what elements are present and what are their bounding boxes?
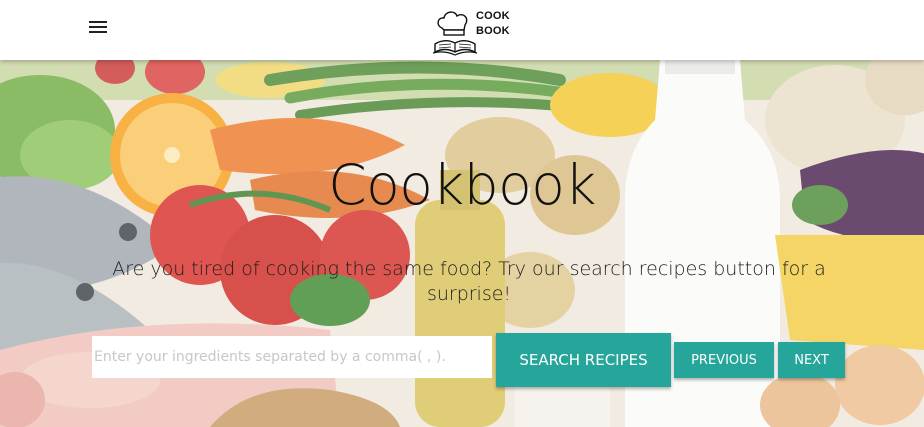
next-button[interactable]: NEXT xyxy=(778,342,845,378)
ingredients-search-input[interactable] xyxy=(92,336,492,378)
previous-button[interactable]: PREVIOUS xyxy=(674,342,774,378)
logo-line-2: BOOK xyxy=(476,25,510,37)
cookbook-logo[interactable]: COOK BOOK xyxy=(432,4,514,58)
top-navbar: COOK BOOK xyxy=(0,0,924,60)
page-title: Cookbook xyxy=(328,153,596,217)
logo-line-1: COOK xyxy=(476,10,510,22)
hamburger-menu-icon[interactable] xyxy=(86,18,110,38)
hero-section: Cookbook Are you tired of cooking the sa… xyxy=(0,60,924,427)
chef-hat-book-icon xyxy=(432,11,478,56)
hero-subtitle: Are you tired of cooking the same food? … xyxy=(112,258,826,305)
logo-text: COOK BOOK xyxy=(476,9,510,39)
search-recipes-button[interactable]: SEARCH RECIPES xyxy=(496,333,671,387)
